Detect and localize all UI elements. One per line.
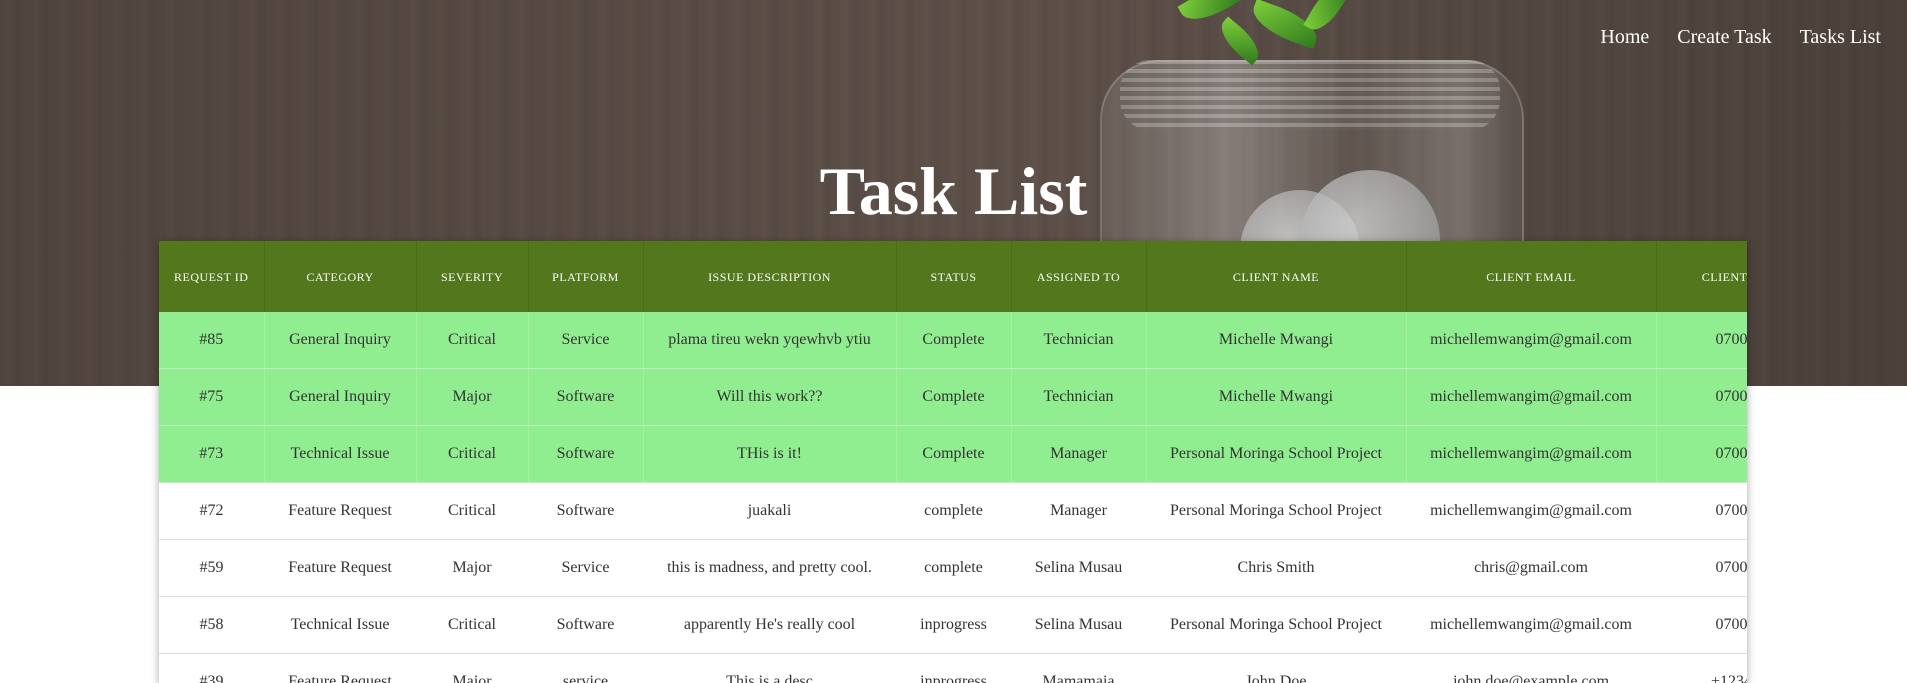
client-name-cell: Michelle Mwangi (1146, 368, 1407, 426)
severity-cell: Major (416, 539, 528, 597)
table-row[interactable]: #73 Technical Issue Critical Software THis i… (159, 425, 1747, 483)
table-row[interactable]: #75 General Inquiry Major Software Will this… (159, 368, 1747, 426)
severity-cell: Major (416, 653, 528, 683)
client-phone-cell: 07005622 (1656, 596, 1747, 654)
task-table-container: Request ID Category Severity Platform Is… (159, 241, 1747, 683)
column-header-request-id: Request ID (159, 241, 265, 312)
severity-cell: Critical (416, 482, 528, 540)
column-header-severity: Severity (416, 241, 529, 312)
request-id-cell: #85 (159, 312, 265, 369)
platform-cell: Service (528, 539, 643, 597)
client-email-cell: michellemwangim@gmail.com (1406, 425, 1657, 483)
client-email-cell: john.doe@example.com (1406, 653, 1656, 683)
description-cell: this is madness, and pretty cool. (643, 539, 896, 597)
description-cell: This is a desc (643, 653, 896, 683)
status-cell: Complete (896, 312, 1012, 369)
description-cell: Will this work?? (643, 368, 897, 426)
status-cell: inprogress (896, 596, 1011, 654)
description-cell: juakali (643, 482, 896, 540)
severity-cell: Critical (416, 312, 529, 369)
table-row[interactable]: #59 Feature Request Major Service this is ma… (159, 539, 1747, 597)
category-cell: General Inquiry (264, 368, 417, 426)
category-cell: Technical Issue (264, 596, 416, 654)
category-cell: Feature Request (264, 539, 416, 597)
table-row[interactable]: #39 Feature Request Major service This is a … (159, 653, 1747, 683)
client-phone-cell: +12345678 (1656, 653, 1747, 683)
client-phone-cell: 07005622 (1656, 368, 1747, 426)
column-header-assigned-to: Assigned To (1011, 241, 1147, 312)
client-phone-cell: 07005622 (1656, 482, 1747, 540)
request-id-cell: #75 (159, 368, 265, 426)
table-row[interactable]: #72 Feature Request Critical Software juakal… (159, 482, 1747, 540)
severity-cell: Critical (416, 596, 528, 654)
assigned-to-cell: Selina Musau (1011, 539, 1146, 597)
client-name-cell: Personal Moringa School Project (1146, 425, 1407, 483)
client-name-cell: John Doe (1146, 653, 1406, 683)
description-cell: THis is it! (643, 425, 897, 483)
severity-cell: Critical (416, 425, 529, 483)
request-id-cell: #39 (159, 653, 264, 683)
column-header-status: Status (896, 241, 1012, 312)
status-cell: Complete (896, 368, 1012, 426)
assigned-to-cell: Selina Musau (1011, 596, 1146, 654)
column-header-client-email: Client Email (1406, 241, 1657, 312)
client-email-cell: michellemwangim@gmail.com (1406, 312, 1657, 369)
description-cell: apparently He's really cool (643, 596, 896, 654)
client-name-cell: Personal Moringa School Project (1146, 596, 1406, 654)
platform-cell: Software (528, 425, 644, 483)
category-cell: Feature Request (264, 653, 416, 683)
client-email-cell: michellemwangim@gmail.com (1406, 482, 1656, 540)
assigned-to-cell: Manager (1011, 482, 1146, 540)
request-id-cell: #73 (159, 425, 265, 483)
category-cell: Feature Request (264, 482, 416, 540)
status-cell: complete (896, 539, 1011, 597)
task-table-body: #85 General Inquiry Critical Service plama t… (159, 312, 1747, 683)
description-cell: plama tireu wekn yqewhvb ytiu (643, 312, 897, 369)
client-email-cell: michellemwangim@gmail.com (1406, 596, 1656, 654)
table-row[interactable]: #58 Technical Issue Critical Software appare… (159, 596, 1747, 654)
client-phone-cell: 07005622 (1656, 312, 1747, 369)
plant-leaf-image (1213, 16, 1267, 66)
status-cell: complete (896, 482, 1011, 540)
platform-cell: service (528, 653, 643, 683)
nav-tasks-list-link[interactable]: Tasks List (1800, 26, 1881, 49)
nav-home-link[interactable]: Home (1600, 26, 1649, 49)
severity-cell: Major (416, 368, 529, 426)
client-name-cell: Michelle Mwangi (1146, 312, 1407, 369)
nav-create-task-link[interactable]: Create Task (1677, 26, 1771, 49)
platform-cell: Service (528, 312, 644, 369)
client-phone-cell: 07005622 (1656, 425, 1747, 483)
column-header-category: Category (264, 241, 417, 312)
table-header-row: Request ID Category Severity Platform Is… (159, 241, 1747, 312)
request-id-cell: #58 (159, 596, 264, 654)
client-name-cell: Chris Smith (1146, 539, 1406, 597)
category-cell: Technical Issue (264, 425, 417, 483)
status-cell: inprogress (896, 653, 1011, 683)
task-table: Request ID Category Severity Platform Is… (159, 241, 1747, 683)
column-header-client-phone: Client Phone (1656, 241, 1747, 312)
column-header-client-name: Client Name (1146, 241, 1407, 312)
client-email-cell: michellemwangim@gmail.com (1406, 368, 1657, 426)
assigned-to-cell: Technician (1011, 312, 1147, 369)
assigned-to-cell: Technician (1011, 368, 1147, 426)
column-header-platform: Platform (528, 241, 644, 312)
page-title: Task List (819, 153, 1088, 229)
top-nav: Home Create Task Tasks List (1600, 26, 1881, 49)
request-id-cell: #72 (159, 482, 264, 540)
status-cell: Complete (896, 425, 1012, 483)
platform-cell: Software (528, 482, 643, 540)
platform-cell: Software (528, 368, 644, 426)
request-id-cell: #59 (159, 539, 264, 597)
platform-cell: Software (528, 596, 643, 654)
category-cell: General Inquiry (264, 312, 417, 369)
client-name-cell: Personal Moringa School Project (1146, 482, 1406, 540)
client-email-cell: chris@gmail.com (1406, 539, 1656, 597)
assigned-to-cell: Manager (1011, 425, 1147, 483)
assigned-to-cell: Mamamaia (1011, 653, 1146, 683)
client-phone-cell: 07005909 (1656, 539, 1747, 597)
column-header-issue-description: Issue Description (643, 241, 897, 312)
jar-rim-image (1120, 60, 1500, 130)
table-row[interactable]: #85 General Inquiry Critical Service plama t… (159, 312, 1747, 369)
